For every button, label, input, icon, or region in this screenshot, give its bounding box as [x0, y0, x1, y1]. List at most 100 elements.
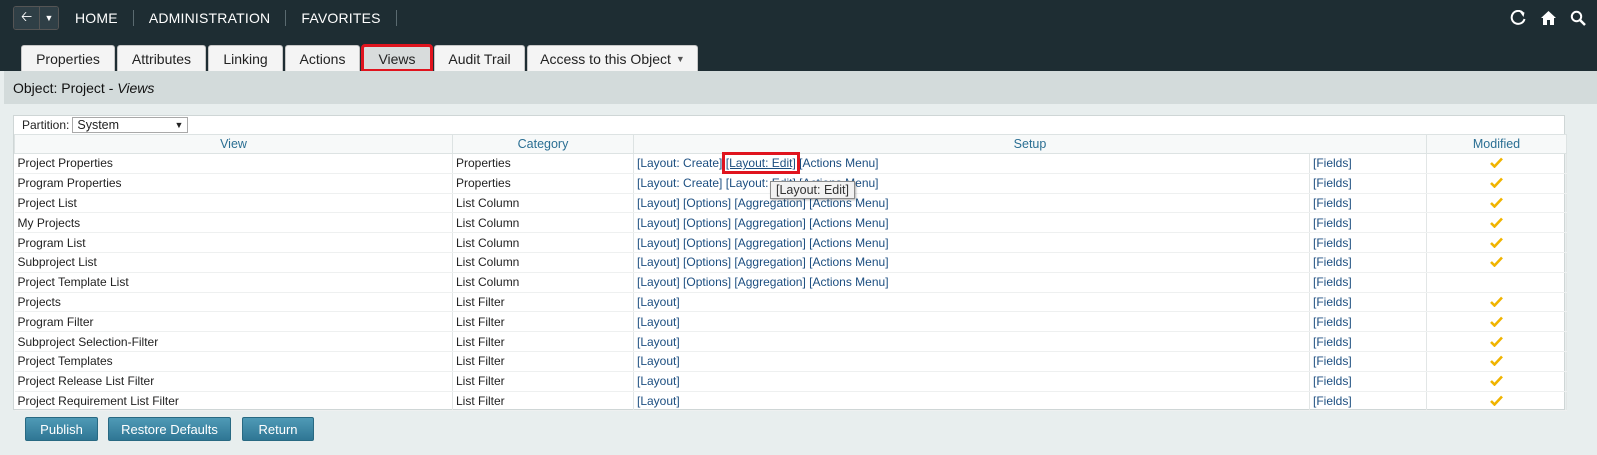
setup-link[interactable]: [Layout] [637, 255, 680, 269]
setup-link[interactable]: [Layout: Edit] [721, 152, 800, 175]
cell-view: Project Template List [14, 272, 453, 293]
cell-category: List Column [452, 252, 634, 273]
setup-link[interactable]: [Layout] [637, 275, 680, 289]
setup-link[interactable]: [Layout] [637, 374, 680, 388]
cell-category: Properties [452, 153, 634, 174]
setup-link[interactable]: [Actions Menu] [809, 236, 888, 250]
tab-properties[interactable]: Properties [21, 45, 115, 71]
cell-setup: [Layout] [Options] [Aggregation] [Action… [633, 272, 1310, 293]
fields-link[interactable]: [Fields] [1309, 153, 1428, 174]
cell-view: Project Requirement List Filter [14, 391, 453, 412]
cell-setup: [Layout] [633, 292, 1310, 313]
search-icon[interactable] [1569, 9, 1587, 27]
cell-category: List Column [452, 272, 634, 293]
setup-link[interactable]: [Layout] [637, 354, 680, 368]
return-button[interactable]: Return [242, 417, 314, 441]
fields-link[interactable]: [Fields] [1309, 351, 1428, 372]
cell-setup: [Layout] [633, 331, 1310, 352]
fields-link[interactable]: [Fields] [1309, 292, 1428, 313]
setup-link[interactable]: [Aggregation] [734, 255, 805, 269]
setup-link[interactable]: [Layout] [637, 295, 680, 309]
table-row: My Projects List Column [Layout] [Options]… [14, 212, 1568, 234]
caret-down-icon: ▼ [174, 120, 184, 130]
setup-link[interactable]: [Actions Menu] [799, 156, 878, 170]
top-nav-menu: HOME ADMINISTRATION FAVORITES [71, 10, 397, 26]
tab-views[interactable]: Views [361, 44, 433, 72]
fields-link[interactable]: [Fields] [1309, 272, 1428, 293]
table-row: Project Properties Properties [Layout: Cre… [14, 152, 1568, 175]
cell-setup: [Layout] [Options] [Aggregation] [Action… [633, 193, 1310, 214]
setup-link[interactable]: [Aggregation] [734, 275, 805, 289]
column-header-category[interactable]: Category [452, 134, 634, 154]
setup-link[interactable]: [Layout] [637, 196, 680, 210]
setup-link[interactable]: [Layout: Create] [637, 176, 722, 190]
fields-link[interactable]: [Fields] [1309, 173, 1428, 194]
tab-access-to-this-object[interactable]: Access to this Object ▼ [527, 45, 698, 71]
tab-access-label: Access to this Object [540, 50, 671, 67]
check-icon [1490, 393, 1503, 409]
tab-attributes[interactable]: Attributes [117, 45, 206, 71]
cell-view: Project List [14, 193, 453, 214]
setup-link[interactable]: [Aggregation] [734, 236, 805, 250]
caret-down-icon: ▼ [44, 13, 54, 23]
cell-setup: [Layout: Create] [Layout: Edit] [Actions… [633, 173, 1310, 194]
cell-category: List Column [452, 212, 634, 234]
cell-modified [1426, 351, 1568, 372]
arrow-left-icon: 🡠 [20, 8, 33, 24]
setup-link[interactable]: [Layout] [637, 216, 680, 230]
setup-link[interactable]: [Layout: Create] [637, 156, 722, 170]
fields-link[interactable]: [Fields] [1309, 331, 1428, 352]
cell-modified [1426, 252, 1568, 273]
nav-administration[interactable]: ADMINISTRATION [134, 10, 287, 26]
tab-actions[interactable]: Actions [285, 45, 360, 71]
check-icon [1490, 353, 1503, 369]
cell-modified [1426, 331, 1568, 352]
back-button[interactable]: 🡠 [14, 7, 39, 29]
setup-link[interactable]: [Options] [683, 236, 731, 250]
partition-value: System [77, 118, 120, 132]
setup-link[interactable]: [Layout] [637, 394, 680, 408]
cell-view: Project Release List Filter [14, 371, 453, 392]
home-icon[interactable] [1539, 9, 1557, 27]
page-title-view: Views [117, 79, 155, 96]
table-row: Program Filter List Filter [Layout] [Fields… [14, 311, 1568, 333]
fields-link[interactable]: [Fields] [1309, 193, 1428, 214]
refresh-icon[interactable] [1509, 9, 1527, 27]
setup-link[interactable]: [Layout] [637, 236, 680, 250]
cell-view: Program Filter [14, 311, 453, 333]
fields-link[interactable]: [Fields] [1309, 232, 1428, 253]
views-table: View Category Setup Modified Project Pro… [14, 134, 1568, 412]
setup-link[interactable]: [Options] [683, 255, 731, 269]
setup-link[interactable]: [Actions Menu] [809, 216, 888, 230]
fields-link[interactable]: [Fields] [1309, 391, 1428, 412]
setup-link[interactable]: [Actions Menu] [809, 275, 888, 289]
cell-setup: [Layout] [Options] [Aggregation] [Action… [633, 252, 1310, 273]
fields-link[interactable]: [Fields] [1309, 311, 1428, 333]
setup-link[interactable]: [Layout] [637, 315, 680, 329]
setup-link[interactable]: [Options] [683, 196, 731, 210]
history-dropdown-button[interactable]: ▼ [39, 7, 58, 29]
tab-linking[interactable]: Linking [208, 45, 283, 71]
cell-modified [1426, 232, 1568, 253]
setup-link[interactable]: [Options] [683, 275, 731, 289]
restore-defaults-button[interactable]: Restore Defaults [108, 417, 231, 441]
nav-home[interactable]: HOME [71, 10, 134, 26]
column-header-view[interactable]: View [14, 134, 453, 154]
column-header-modified[interactable]: Modified [1426, 134, 1568, 154]
cell-view: My Projects [14, 212, 453, 234]
partition-select[interactable]: System ▼ [72, 117, 189, 133]
cell-setup: [Layout] [633, 371, 1310, 392]
top-navigation-bar: 🡠 ▼ HOME ADMINISTRATION FAVORITES [0, 0, 1597, 36]
fields-link[interactable]: [Fields] [1309, 371, 1428, 392]
fields-link[interactable]: [Fields] [1309, 252, 1428, 273]
setup-link[interactable]: [Layout] [637, 335, 680, 349]
setup-link[interactable]: [Actions Menu] [809, 255, 888, 269]
setup-link[interactable]: [Aggregation] [734, 216, 805, 230]
publish-button[interactable]: Publish [25, 417, 98, 441]
cell-modified [1426, 311, 1568, 333]
tab-audit-trail[interactable]: Audit Trail [434, 45, 525, 71]
fields-link[interactable]: [Fields] [1309, 212, 1428, 234]
setup-link[interactable]: [Options] [683, 216, 731, 230]
nav-favorites[interactable]: FAVORITES [286, 10, 397, 26]
cell-category: List Filter [452, 351, 634, 372]
